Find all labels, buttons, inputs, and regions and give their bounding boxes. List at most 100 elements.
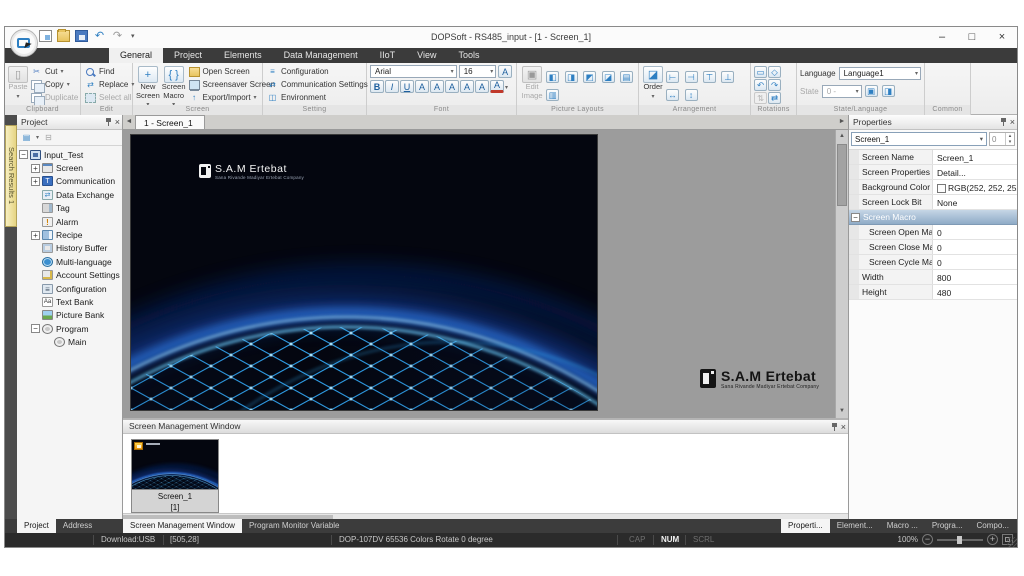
tab-program[interactable]: Progra... (925, 519, 970, 533)
flip-horizontal-icon[interactable]: ◧ (546, 71, 559, 83)
align-bottom-edge-icon[interactable]: ⊥ (721, 71, 734, 83)
tree-view-mode-icon[interactable]: ▤ (21, 133, 32, 143)
cut-button[interactable]: ✂ Cut ▾ (30, 65, 79, 78)
screen-management-close-icon[interactable]: × (841, 423, 846, 432)
paste-button[interactable]: ▯ Paste ▾ (8, 65, 28, 104)
property-value[interactable]: 0 (933, 255, 1017, 269)
screen-macro-button[interactable]: { } Screen Macro ▾ (162, 65, 186, 104)
tab-properties[interactable]: Properti... (781, 519, 830, 533)
align-left-edge-icon[interactable]: ⊢ (666, 71, 679, 83)
rotate-left-icon[interactable]: ↶ (754, 79, 767, 91)
tree-item-multi-language[interactable]: Multi-language (19, 255, 122, 268)
minimize-button[interactable]: – (927, 27, 957, 48)
property-value[interactable]: Screen_1 (933, 150, 1017, 164)
center-vertical-icon[interactable]: ↕ (685, 89, 698, 101)
pin-icon[interactable] (105, 118, 112, 127)
tree-item-main[interactable]: Main (19, 335, 122, 348)
prev-state-icon[interactable]: ▣ (865, 85, 878, 97)
tree-item-text-bank[interactable]: Text Bank (19, 295, 122, 308)
new-screen-button[interactable]: + New Screen ▾ (136, 65, 160, 104)
object-index-spinner[interactable]: 0 ▴ ▾ (989, 132, 1015, 146)
font-size-select[interactable]: 16 ▾ (459, 65, 497, 78)
tab-element[interactable]: Element... (830, 519, 880, 533)
tree-item-configuration[interactable]: Configuration (19, 282, 122, 295)
zoom-slider-thumb[interactable] (957, 536, 962, 544)
center-horizontal-icon[interactable]: ↔ (666, 89, 679, 101)
property-row-screen-lock-bit[interactable]: Screen Lock Bit None (849, 195, 1017, 210)
copy-button[interactable]: Copy ▾ (30, 78, 79, 91)
expand-icon[interactable]: + (31, 177, 40, 186)
spin-down-icon[interactable]: ▾ (1006, 139, 1014, 145)
scrollbar-thumb[interactable] (837, 144, 847, 206)
zoom-in-icon[interactable]: + (987, 534, 998, 545)
object-selector[interactable]: Screen_1 ▾ (851, 132, 987, 146)
scroll-down-icon[interactable]: ▼ (836, 405, 848, 418)
property-value[interactable]: 0 (933, 240, 1017, 254)
tree-item-program[interactable]: − Program (19, 322, 122, 335)
screen-thumbnail[interactable]: Screen_1 [1] (131, 439, 219, 513)
tree-item-account-settings[interactable]: Account Settings (19, 269, 122, 282)
collapse-icon[interactable]: − (19, 150, 28, 159)
tree-item-communication[interactable]: + Communication (19, 175, 122, 188)
maximize-button[interactable]: □ (957, 27, 987, 48)
app-logo-button[interactable] (10, 29, 38, 57)
tree-collapse-all-icon[interactable]: ⊟ (43, 133, 54, 143)
fit-height-icon[interactable]: ▤ (620, 71, 633, 83)
tab-view[interactable]: View (406, 48, 447, 63)
tree-item-input-test[interactable]: − Input_Test (19, 148, 122, 161)
close-button[interactable]: × (987, 27, 1017, 48)
tab-scroll-right-icon[interactable]: ► (836, 115, 848, 129)
property-row-screen-open-macro[interactable]: Screen Open Mac 0 (849, 225, 1017, 240)
tab-tools[interactable]: Tools (448, 48, 491, 63)
environment-button[interactable]: ◫ Environment (266, 91, 363, 104)
tree-item-screen[interactable]: + Screen (19, 161, 122, 174)
zoom-slider[interactable] (937, 539, 983, 541)
duplicate-button[interactable]: Duplicate (30, 91, 79, 104)
next-state-icon[interactable]: ◨ (882, 85, 895, 97)
property-row-width[interactable]: Width 800 (849, 270, 1017, 285)
flip-left-right-icon[interactable]: ⇄ (768, 92, 781, 104)
tab-program-monitor-variable[interactable]: Program Monitor Variable (242, 519, 347, 533)
tree-item-recipe[interactable]: + Recipe (19, 228, 122, 241)
language-select[interactable]: Language1 ▾ (839, 67, 921, 80)
tab-elements[interactable]: Elements (213, 48, 273, 63)
find-button[interactable]: Find (84, 65, 129, 78)
property-row-screen-name[interactable]: Screen Name Screen_1 (849, 150, 1017, 165)
flip-up-down-icon[interactable]: ⇅ (754, 92, 767, 104)
tab-data-management[interactable]: Data Management (273, 48, 369, 63)
tab-iiot[interactable]: IIoT (369, 48, 407, 63)
edit-image-button[interactable]: ▣ Edit Image (520, 65, 544, 104)
valign-middle-button[interactable]: A (475, 80, 489, 93)
property-value[interactable]: 800 (933, 270, 1017, 284)
tab-component[interactable]: Compo... (970, 519, 1016, 533)
align-left-button[interactable]: A (415, 80, 429, 93)
tab-project[interactable]: Project (163, 48, 213, 63)
fit-width-icon[interactable]: ◪ (602, 71, 615, 83)
underline-button[interactable]: U (400, 80, 414, 93)
tree-item-tag[interactable]: Tag (19, 202, 122, 215)
italic-button[interactable]: I (385, 80, 399, 93)
flip-vertical-icon[interactable]: ◨ (565, 71, 578, 83)
tab-macro[interactable]: Macro ... (880, 519, 925, 533)
rotate-frame-icon[interactable]: ▭ (754, 66, 767, 78)
screen-macro-section-header[interactable]: − Screen Macro (849, 210, 1017, 225)
order-button[interactable]: ◪ Order ▾ (642, 65, 664, 104)
collapse-icon[interactable]: − (31, 324, 40, 333)
font-color-button[interactable]: A (490, 80, 504, 93)
tree-item-data-exchange[interactable]: Data Exchange (19, 188, 122, 201)
pin-icon[interactable] (1000, 118, 1007, 127)
tree-item-picture-bank[interactable]: Picture Bank (19, 309, 122, 322)
resize-grip[interactable] (1007, 537, 1017, 547)
mirror-icon[interactable]: ◩ (583, 71, 596, 83)
hmi-screen[interactable]: S.A.M Ertebat Sana Rivande Madiyar Erteb… (131, 135, 597, 410)
align-right-edge-icon[interactable]: ⊣ (685, 71, 698, 83)
font-family-select[interactable]: Arial ▾ (370, 65, 457, 78)
property-value[interactable]: 0 (933, 225, 1017, 239)
select-all-button[interactable]: Select all (84, 91, 129, 104)
search-results-tab[interactable]: Search Results 1 (5, 125, 17, 227)
rotate-right-icon[interactable]: ↷ (768, 79, 781, 91)
font-preview-button[interactable]: A (498, 65, 512, 78)
tree-item-history-buffer[interactable]: History Buffer (19, 242, 122, 255)
canvas-vertical-scrollbar[interactable]: ▲ ▼ (835, 130, 848, 418)
property-value[interactable]: Detail... (933, 165, 1017, 179)
